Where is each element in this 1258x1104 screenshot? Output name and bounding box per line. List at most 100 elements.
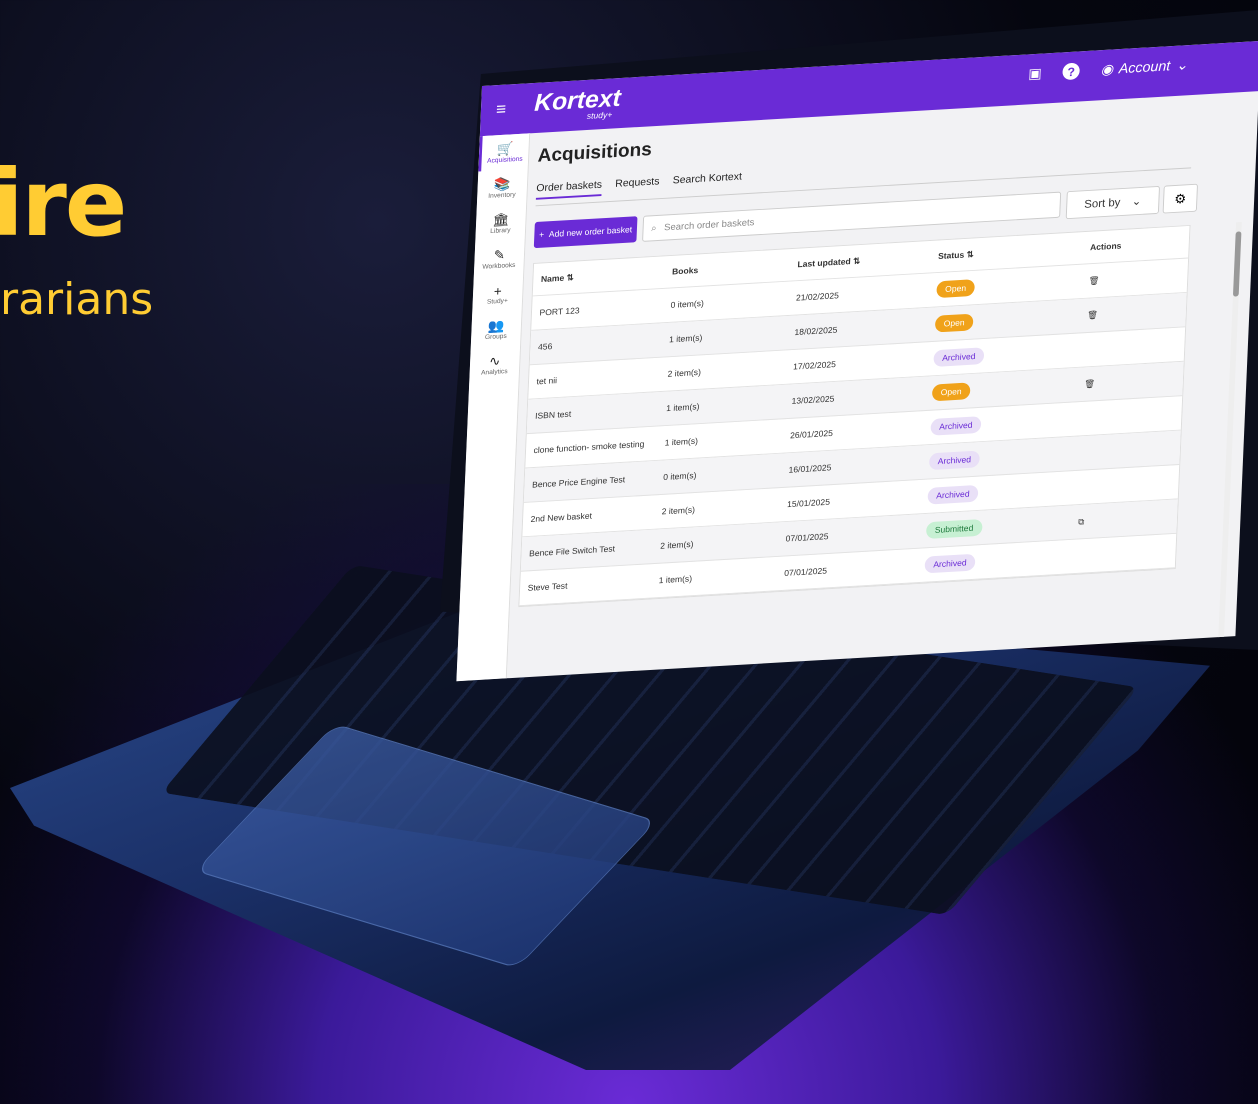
cell-status: Archived <box>920 480 1071 505</box>
status-badge: Archived <box>930 416 982 436</box>
status-badge: Archived <box>924 553 976 574</box>
sort-dropdown[interactable]: Sort by ⌄ <box>1065 185 1160 220</box>
tab-order-baskets[interactable]: Order baskets <box>535 179 603 200</box>
sidebar-item-label: Acquisitions <box>486 156 523 165</box>
cell-books: 2 item(s) <box>661 505 696 517</box>
cell-actions <box>1072 447 1180 453</box>
cell-name: Steve Test <box>527 581 568 593</box>
status-badge: Open <box>936 279 976 299</box>
store-icon[interactable]: ▣ <box>1028 65 1042 83</box>
chevron-down-icon: ⌄ <box>1175 57 1189 74</box>
cell-books: 1 item(s) <box>658 573 693 586</box>
settings-gear-icon[interactable]: ⚙ <box>1162 183 1198 214</box>
top-right-actions: ▣ ? ◉ Account ⌄ <box>1028 56 1188 82</box>
account-label: Account <box>1118 57 1171 77</box>
cell-last-updated: 07/01/2025 <box>783 566 828 578</box>
cell-last-updated: 26/01/2025 <box>789 428 834 441</box>
cell-name: Bence Price Engine Test <box>531 474 626 490</box>
cell-books: 0 item(s) <box>663 470 697 482</box>
chevron-down-icon: ⌄ <box>1131 194 1142 208</box>
status-badge: Archived <box>928 450 980 471</box>
sidebar-item-label: Groups <box>484 333 507 341</box>
cell-status: Archived <box>921 445 1072 471</box>
status-badge: Archived <box>927 484 979 505</box>
plus-icon: + <box>538 229 545 240</box>
cell-last-updated: 15/01/2025 <box>786 497 831 509</box>
cell-status: Archived <box>926 342 1077 367</box>
main-content: Acquisitions Order baskets Requests Sear… <box>513 92 1249 678</box>
sort-label: Sort by <box>1084 195 1121 211</box>
add-order-basket-button[interactable]: + Add new order basket <box>533 216 638 249</box>
order-baskets-table: Name ⇅ Books Last updated ⇅ Status ⇅ Act… <box>518 224 1191 608</box>
delete-icon[interactable]: 🗑 <box>1088 275 1099 285</box>
sidebar-item-study-[interactable]: + Study+ <box>472 275 523 313</box>
sidebar-item-acquisitions[interactable]: 🛒 Acquisitions <box>478 133 530 172</box>
cell-name: Bence File Switch Test <box>528 543 616 559</box>
cell-actions: 🗑 <box>1079 270 1188 287</box>
tab-requests[interactable]: Requests <box>615 176 660 195</box>
sidebar-item-inventory[interactable]: 📚 Inventory <box>477 169 528 207</box>
books-icon: 📚 <box>493 176 512 192</box>
brand-subtitle: study+ <box>586 109 613 121</box>
status-badge: Submitted <box>925 519 983 539</box>
promo-subline: rarians <box>0 274 154 325</box>
cell-last-updated: 18/02/2025 <box>794 325 838 337</box>
scroll-thumb[interactable] <box>1232 231 1242 297</box>
cell-actions <box>1070 482 1178 488</box>
app-screen: ≡ Kortext study+ ▣ ? ◉ Account ⌄ 🛒 Acquis… <box>456 40 1258 682</box>
cell-last-updated: 16/01/2025 <box>788 462 832 475</box>
sidebar-item-workbooks[interactable]: ✎ Workbooks <box>474 239 525 277</box>
workbook-icon: ✎ <box>493 246 506 263</box>
user-circle-icon: ◉ <box>1100 61 1114 79</box>
cell-last-updated: 07/01/2025 <box>785 531 829 544</box>
search-placeholder: Search order baskets <box>663 217 755 233</box>
search-icon: ⌕ <box>650 222 657 234</box>
sidebar-item-library[interactable]: 🏛 Library <box>475 204 526 242</box>
plus-icon: + <box>493 282 503 299</box>
status-badge: Open <box>931 382 971 402</box>
header-actions: Actions <box>1089 240 1122 253</box>
cell-books: 0 item(s) <box>670 298 705 310</box>
cell-actions: ⧉ <box>1069 511 1178 527</box>
basket-icon: 🛒 <box>496 140 514 157</box>
search-input[interactable]: ⌕ Search order baskets <box>642 191 1062 242</box>
cell-name: clone function- smoke testing <box>533 439 645 456</box>
header-name[interactable]: Name ⇅ <box>533 267 665 285</box>
cell-name: PORT 123 <box>539 305 580 318</box>
header-last-updated[interactable]: Last updated ⇅ <box>788 252 931 270</box>
copy-icon[interactable]: ⧉ <box>1078 516 1085 526</box>
sidebar-item-groups[interactable]: 👥 Groups <box>471 310 522 348</box>
page-title: Acquisitions <box>537 139 653 167</box>
cell-name: 2nd New basket <box>530 510 593 524</box>
sidebar-item-label: Analytics <box>480 368 508 377</box>
cell-last-updated: 21/02/2025 <box>795 290 840 303</box>
analytics-icon: ∿ <box>488 353 501 369</box>
delete-icon[interactable]: 🗑 <box>1084 378 1095 388</box>
cell-books: 1 item(s) <box>664 436 699 448</box>
cell-last-updated: 13/02/2025 <box>791 393 835 406</box>
groups-icon: 👥 <box>487 317 505 334</box>
help-icon[interactable]: ? <box>1062 62 1081 81</box>
cell-actions: 🗑 <box>1074 373 1183 390</box>
cell-name: tet nii <box>536 375 558 387</box>
header-books: Books <box>671 265 699 277</box>
cell-last-updated: 17/02/2025 <box>792 359 837 372</box>
header-status[interactable]: Status ⇅ <box>930 243 1081 262</box>
delete-icon[interactable]: 🗑 <box>1087 310 1098 320</box>
cell-status: Open <box>927 308 1078 333</box>
cell-status: Submitted <box>918 514 1069 539</box>
status-badge: Open <box>934 313 974 333</box>
tab-search-kortext[interactable]: Search Kortext <box>672 171 742 192</box>
cell-status: Archived <box>923 411 1074 436</box>
cell-books: 2 item(s) <box>660 539 694 551</box>
sidebar-item-analytics[interactable]: ∿ Analytics <box>469 345 520 383</box>
sidebar-item-label: Workbooks <box>482 262 516 271</box>
cell-books: 1 item(s) <box>665 401 700 414</box>
promo-headline: ire <box>0 150 127 257</box>
cell-books: 2 item(s) <box>667 367 702 379</box>
sidebar-item-label: Inventory <box>488 191 516 200</box>
cell-actions: 🗑 <box>1077 305 1186 322</box>
hamburger-menu-icon[interactable]: ≡ <box>496 99 507 119</box>
cell-actions <box>1073 413 1181 419</box>
account-menu[interactable]: ◉ Account ⌄ <box>1100 56 1188 78</box>
